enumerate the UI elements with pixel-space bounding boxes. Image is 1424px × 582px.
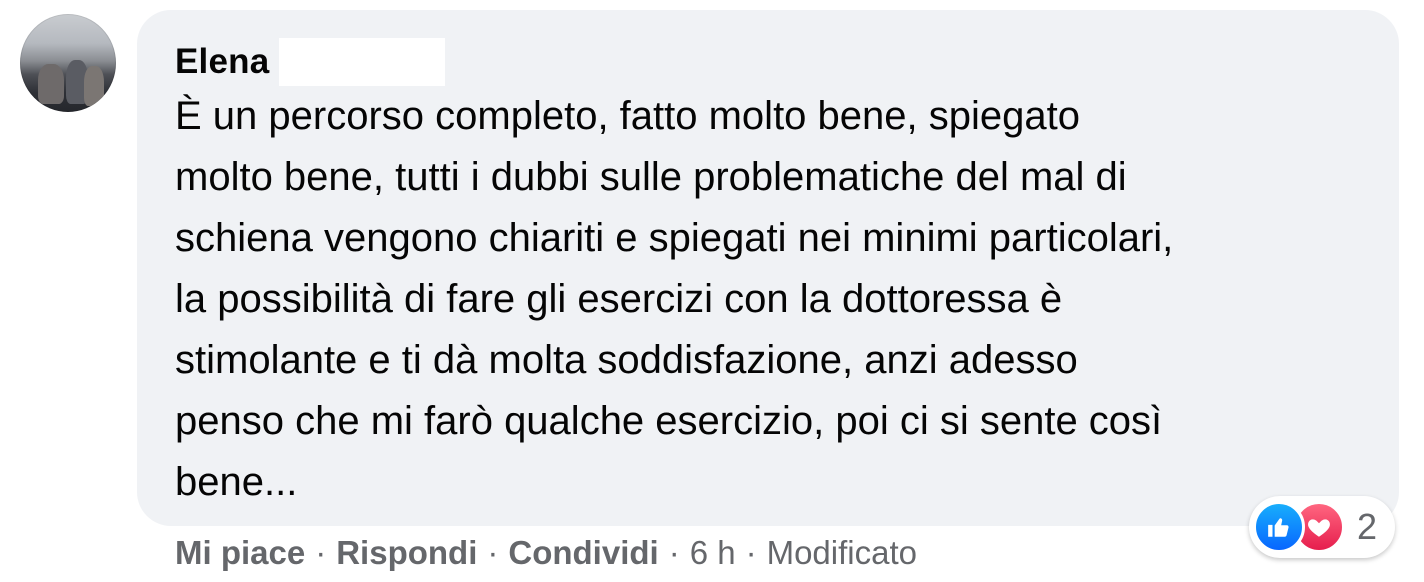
timestamp[interactable]: 6 h xyxy=(690,534,736,572)
comment-author-name[interactable]: Elena xyxy=(175,42,269,82)
avatar[interactable] xyxy=(20,14,116,112)
avatar-photo-figure xyxy=(38,64,64,104)
separator: · xyxy=(315,534,327,571)
comment-author-row: Elena xyxy=(175,37,446,87)
share-button[interactable]: Condividi xyxy=(508,534,658,572)
like-icon xyxy=(1253,501,1305,553)
avatar-photo-figure xyxy=(84,66,104,106)
separator: · xyxy=(668,534,680,571)
like-button[interactable]: Mi piace xyxy=(175,534,305,572)
edited-label[interactable]: Modificato xyxy=(767,534,917,572)
reply-button[interactable]: Rispondi xyxy=(336,534,477,572)
comment-text: È un percorso completo, fatto molto bene… xyxy=(175,94,1174,504)
comment-bubble: Elena È un percorso completo, fatto molt… xyxy=(137,10,1399,526)
redacted-surname xyxy=(279,38,446,86)
reactions-summary[interactable]: 2 xyxy=(1249,496,1396,558)
separator: · xyxy=(487,534,499,571)
separator: · xyxy=(745,534,757,571)
reaction-count: 2 xyxy=(1357,506,1378,547)
comment-actions: Mi piace · Rispondi · Condividi · 6 h · … xyxy=(175,528,917,578)
